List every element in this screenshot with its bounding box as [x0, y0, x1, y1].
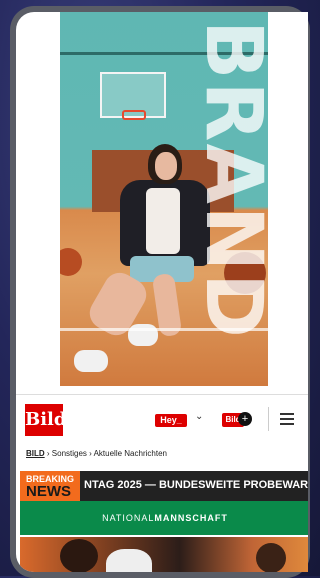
- nationalmannschaft-banner[interactable]: NATIONALMANNSCHAFT: [20, 501, 308, 535]
- breaking-news-bar[interactable]: BREAKING NEWS NTAG 2025 — BUNDESWEITE PR…: [20, 471, 308, 501]
- chevron-down-icon[interactable]: ⌄: [195, 411, 203, 422]
- breadcrumb-section[interactable]: Sonstiges: [52, 449, 87, 458]
- article-teaser-image[interactable]: [20, 537, 308, 572]
- athlete-figure: [106, 549, 152, 572]
- banner-text-mannschaft: MANNSCHAFT: [154, 513, 228, 523]
- athlete-figure: [256, 543, 286, 572]
- bild-logo[interactable]: Bild: [25, 404, 66, 436]
- news-label: NEWS: [26, 483, 71, 500]
- breadcrumb-separator: ›: [44, 449, 52, 458]
- banner-text-national: NATIONAL: [102, 513, 155, 523]
- plus-icon[interactable]: +: [238, 412, 252, 426]
- breadcrumb-separator: ›: [86, 449, 94, 458]
- hamburger-menu-icon[interactable]: [280, 413, 294, 428]
- athlete-figure: [60, 539, 98, 572]
- browser-viewport: BRAND Bild Hey_ ⌄ Bild + BILD › Sonstige…: [16, 12, 308, 572]
- breaking-news-badge: BREAKING NEWS: [20, 471, 80, 501]
- breadcrumb-home[interactable]: BILD: [26, 449, 45, 458]
- ad-brand-text: BRAND: [188, 20, 268, 340]
- advertisement-banner[interactable]: BRAND: [60, 12, 268, 386]
- breadcrumb: BILD › Sonstiges › Aktuelle Nachrichten: [26, 449, 167, 458]
- breadcrumb-current: Aktuelle Nachrichten: [93, 449, 167, 458]
- site-header: Bild Hey_ ⌄ Bild +: [16, 394, 308, 441]
- basketball-hoop: [122, 110, 146, 120]
- breaking-news-ticker[interactable]: NTAG 2025 — BUNDESWEITE PROBEWARNUNG: [84, 479, 308, 491]
- model-shoe-left: [74, 350, 108, 372]
- model-top: [146, 188, 180, 254]
- model-face: [155, 152, 177, 180]
- hey-button[interactable]: Hey_: [155, 414, 187, 427]
- basketball-left: [60, 248, 82, 276]
- divider: [268, 407, 269, 431]
